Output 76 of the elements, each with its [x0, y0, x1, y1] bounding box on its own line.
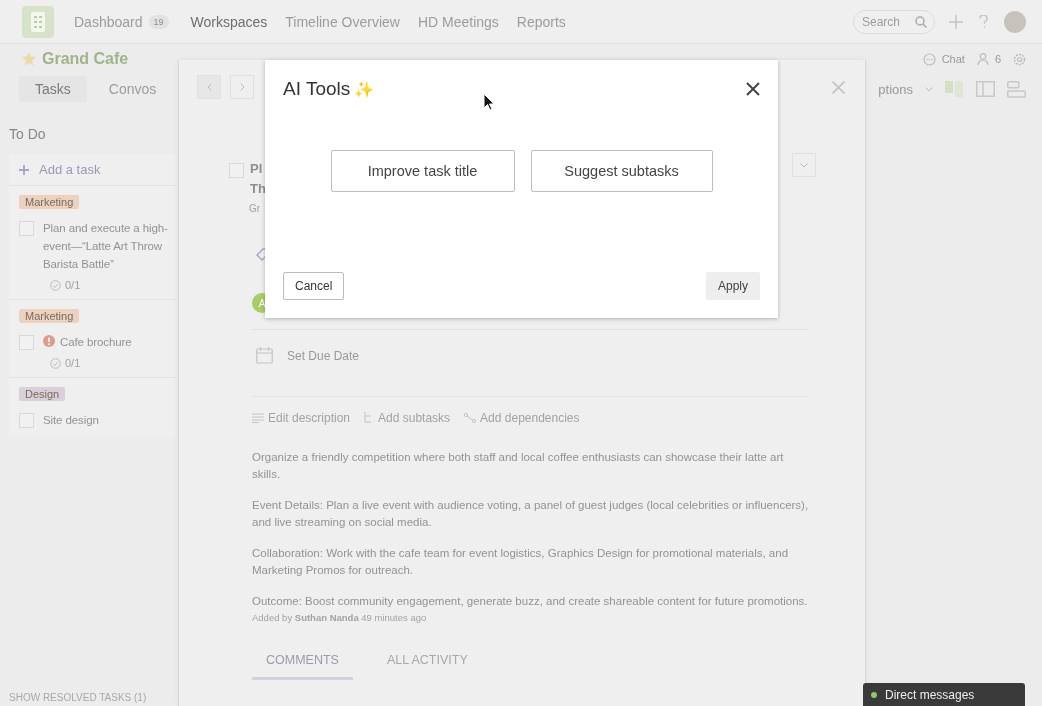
nav-link[interactable]: Workspaces	[190, 13, 268, 30]
workspace-tab[interactable]: Convos	[92, 76, 173, 102]
check-circle-icon	[50, 279, 61, 291]
link-icon	[464, 413, 477, 423]
task-checkbox[interactable]	[229, 163, 244, 178]
direct-messages-label[interactable]: Direct messages	[885, 687, 975, 702]
chevron-down-icon[interactable]	[925, 86, 933, 92]
chat-label[interactable]: Chat	[941, 53, 965, 65]
task-checkbox[interactable]	[19, 413, 34, 428]
task-title: Cafe brochure	[60, 335, 132, 350]
search-field[interactable]: Search	[853, 9, 935, 34]
task-title: Plan and execute a high- event—“Latte Art Throw Barista Battle”	[43, 221, 168, 272]
dialog-title: AI Tools	[283, 78, 351, 100]
tag-label: Design	[19, 387, 66, 401]
person-icon[interactable]	[976, 53, 989, 65]
activity-tab[interactable]: COMMENTS	[252, 652, 353, 680]
app-logo-icon[interactable]	[22, 5, 54, 38]
user-avatar[interactable]	[1004, 10, 1026, 33]
split-view-icon[interactable]	[976, 81, 995, 97]
task-title: Site design	[43, 413, 99, 428]
cancel-button[interactable]: Cancel	[283, 272, 345, 300]
next-button[interactable]	[230, 75, 254, 99]
settings-icon[interactable]	[1013, 52, 1026, 66]
chevron-down-icon	[800, 162, 808, 168]
task-action-link[interactable]: Add dependencies	[464, 411, 580, 425]
task-meta: Gr	[249, 203, 262, 214]
close-icon[interactable]	[746, 82, 760, 96]
sparkle-icon: ✨	[354, 79, 375, 99]
description-paragraph: Organize a friendly competition where both staff and local coffee enthusiasts can showcase their latte art skills.	[252, 450, 785, 482]
task-title: Pl Th	[250, 160, 266, 198]
nav-link[interactable]: Timeline Overview	[285, 13, 400, 30]
tag-label: Marketing	[19, 309, 80, 323]
check-circle-icon	[50, 357, 61, 369]
task-action-link[interactable]: Edit description	[252, 411, 351, 425]
board-view-icon[interactable]	[945, 81, 964, 97]
added-by-note: Added by Suthan Nanda 49 minutes ago	[252, 611, 428, 623]
chevron-right-icon	[239, 83, 245, 91]
description-paragraph: Outcome: Boost community engagement, generate buzz, and create shareable content for future promotions.	[252, 594, 809, 609]
activity-tab[interactable]: ALL ACTIVITY	[372, 652, 482, 680]
nav-link[interactable]: Reports	[516, 13, 566, 30]
set-due-date-link[interactable]: Set Due Date	[287, 348, 360, 363]
help-icon[interactable]	[979, 15, 988, 28]
chevron-left-icon	[206, 83, 212, 91]
show-resolved-link[interactable]: SHOW RESOLVED TASKS (1)	[9, 692, 177, 706]
mouse-cursor-icon	[483, 93, 495, 111]
subtask-count: 0/1	[65, 279, 81, 291]
task-action-link[interactable]: Add subtasks	[364, 411, 451, 425]
apply-button[interactable]: Apply	[705, 272, 760, 300]
list-view-icon[interactable]	[1007, 80, 1026, 98]
description-paragraph: Collaboration: Work with the cafe team for event logistics, Graphics Design for promotional materials, and Marketing Promos for outreach.	[252, 546, 790, 578]
count-badge: 19	[148, 14, 169, 29]
ai-option-button[interactable]: Suggest subtasks	[530, 150, 713, 192]
ai-option-button[interactable]: Improve task title	[330, 150, 515, 192]
text-lines-icon	[252, 413, 264, 423]
column-title: To Do	[9, 126, 47, 142]
task-checkbox[interactable]	[19, 221, 34, 236]
previous-button[interactable]	[197, 75, 221, 99]
chat-icon[interactable]	[922, 52, 936, 66]
task-checkbox[interactable]	[19, 335, 34, 350]
workspace-tab[interactable]: Tasks	[19, 76, 87, 102]
direct-messages-bar[interactable]: Direct messages	[863, 683, 1025, 706]
nav-link[interactable]: HD Meetings	[417, 13, 499, 30]
tag-label: Marketing	[19, 195, 80, 209]
description-paragraph: Event Details: Plan a live event with audience voting, a panel of guest judges (local celebrities or influencers), and live streaming on social media.	[252, 498, 810, 530]
options-menu[interactable]: ptions	[878, 81, 913, 97]
star-icon[interactable]	[22, 52, 36, 66]
workspace-title: Grand Cafe	[42, 50, 129, 68]
add-task-label[interactable]: Add a task	[39, 162, 101, 177]
plus-icon	[19, 164, 29, 175]
plus-icon[interactable]	[949, 14, 963, 29]
member-count: 6	[994, 53, 1001, 65]
dropdown-button[interactable]	[792, 153, 816, 177]
calendar-icon[interactable]	[256, 347, 273, 364]
subtask-count: 0/1	[65, 357, 81, 369]
status-dot-icon	[871, 691, 877, 698]
nav-link[interactable]: Dashboard	[74, 13, 143, 30]
